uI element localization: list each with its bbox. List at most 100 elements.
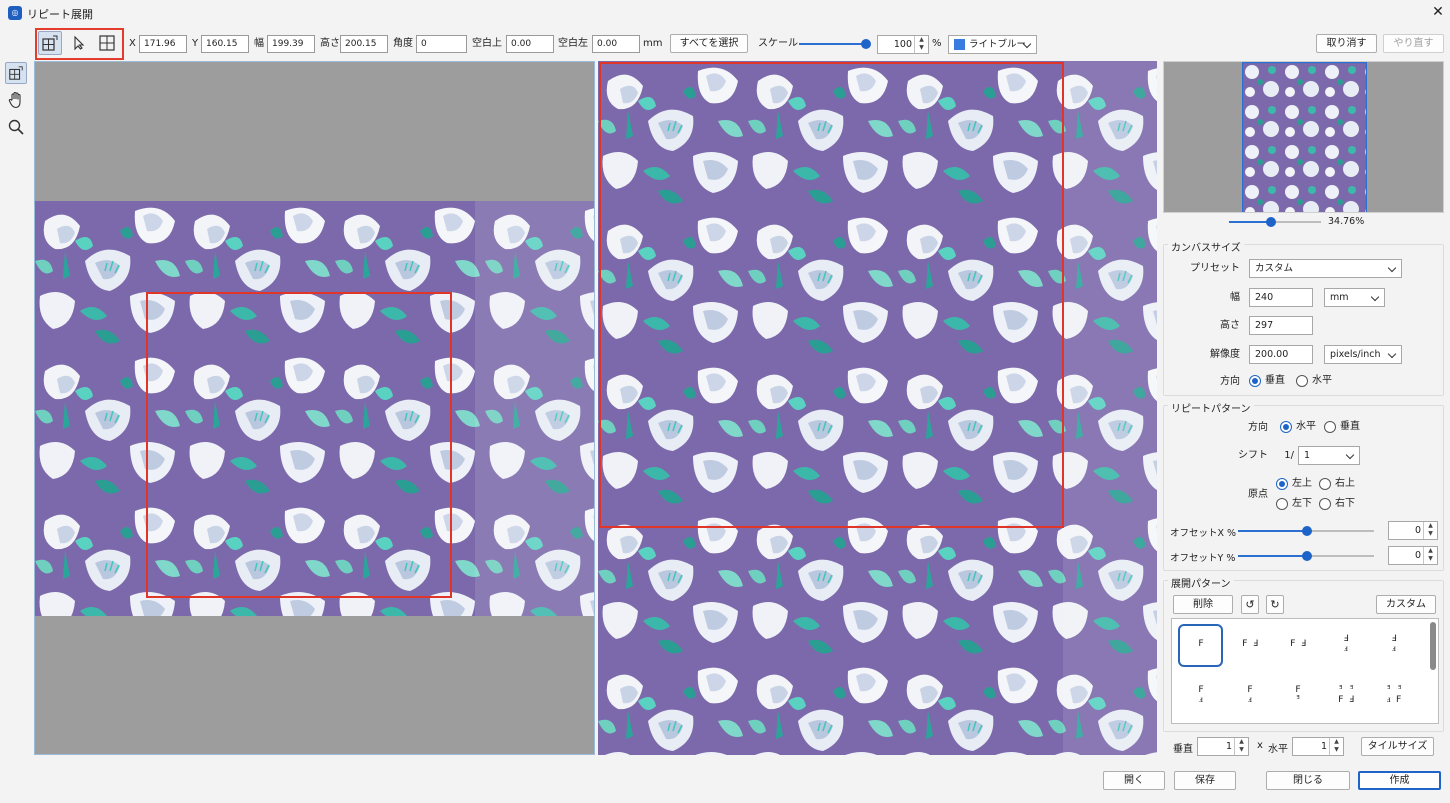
scale-label: スケール xyxy=(758,38,798,49)
pattern-option[interactable]: ᴲ ᴲ F Ⅎ xyxy=(1327,685,1365,705)
title-bar xyxy=(0,0,1450,26)
x-label: X xyxy=(129,38,136,49)
spinner-arrows-icon[interactable]: ▲ ▼ xyxy=(1423,547,1437,564)
rotate-cw-icon[interactable]: ↻ xyxy=(1266,595,1284,614)
origin-label: 原点 xyxy=(1248,489,1268,500)
tile-vertical-value: 1 xyxy=(1225,741,1232,752)
tile-vertical-label: 垂直 xyxy=(1173,744,1193,755)
canvas-size-title: カンバスサイズ xyxy=(1168,239,1244,254)
scale-percent: % xyxy=(932,38,942,49)
origin-bottom-right-radio[interactable] xyxy=(1319,498,1331,510)
origin-top-right-radio[interactable] xyxy=(1319,478,1331,490)
preset-select[interactable]: カスタム xyxy=(1249,259,1402,278)
repeat-tool-icon[interactable] xyxy=(38,31,62,55)
canvas-height-input[interactable]: 297 xyxy=(1249,316,1313,335)
zoom-magnifier-icon[interactable] xyxy=(5,116,27,138)
expansion-pattern-title: 展開パターン xyxy=(1168,575,1234,590)
pattern-option[interactable]: ᴲ ᴲ ⅎ F xyxy=(1375,685,1413,705)
tile-size-button[interactable]: タイルサイズ xyxy=(1361,737,1434,756)
grid-tool-icon[interactable] xyxy=(95,31,119,55)
pattern-option[interactable]: F Ⅎ xyxy=(1231,639,1269,649)
pattern-option[interactable]: Ⅎ ⅎ xyxy=(1375,634,1413,654)
orientation-vertical-radio[interactable] xyxy=(1249,375,1261,387)
pattern-option[interactable]: F ᴲ xyxy=(1279,685,1317,705)
navigator-preview[interactable] xyxy=(1163,61,1444,213)
guide-color-select[interactable]: ライトブルー xyxy=(948,35,1037,54)
offset-y-spinner[interactable]: 0 ▲ ▼ xyxy=(1388,546,1438,565)
spinner-arrows-icon[interactable]: ▲ ▼ xyxy=(1329,738,1343,755)
direction-horizontal-label: 水平 xyxy=(1296,421,1316,432)
resolution-input[interactable]: 200.00 xyxy=(1249,345,1313,364)
y-input[interactable]: 160.15 xyxy=(201,35,249,53)
pattern-list-scrollbar[interactable] xyxy=(1430,622,1436,670)
close-window-button[interactable]: ✕ xyxy=(1428,2,1448,22)
offset-x-spinner[interactable]: 0 ▲ ▼ xyxy=(1388,521,1438,540)
origin-bottom-left-radio[interactable] xyxy=(1276,498,1288,510)
offset-x-label: オフセットX % xyxy=(1170,528,1237,539)
pattern-option[interactable]: Ⅎ ⅎ xyxy=(1327,634,1365,654)
tile-selection-box[interactable] xyxy=(146,292,452,598)
tile-times-label: x xyxy=(1257,740,1263,751)
scale-slider-thumb[interactable] xyxy=(861,39,871,49)
shift-prefix: 1/ xyxy=(1284,450,1294,461)
scale-value: 100 xyxy=(893,39,912,50)
repeat-preview-canvas[interactable] xyxy=(598,61,1157,755)
pattern-option[interactable]: F ⅎ xyxy=(1182,685,1220,705)
tile-vertical-spinner[interactable]: 1 ▲ ▼ xyxy=(1197,737,1249,756)
spinner-arrows-icon[interactable]: ▲ ▼ xyxy=(1234,738,1248,755)
custom-pattern-button[interactable]: カスタム xyxy=(1376,595,1436,614)
direction-vertical-radio[interactable] xyxy=(1324,421,1336,433)
tile-horizontal-spinner[interactable]: 1 ▲ ▼ xyxy=(1292,737,1344,756)
source-canvas[interactable] xyxy=(34,61,595,755)
select-all-button[interactable]: すべてを選択 xyxy=(670,34,748,53)
margin-left-input[interactable]: 0.00 xyxy=(592,35,640,53)
origin-top-left-label: 左上 xyxy=(1292,478,1312,489)
tile-horizontal-label: 水平 xyxy=(1268,744,1288,755)
resolution-unit-select[interactable]: pixels/inch xyxy=(1324,345,1402,364)
orientation-horizontal-radio[interactable] xyxy=(1296,375,1308,387)
delete-pattern-button[interactable]: 削除 xyxy=(1173,595,1233,614)
direction-horizontal-radio[interactable] xyxy=(1280,421,1292,433)
angle-input[interactable]: 0 xyxy=(416,35,467,53)
expansion-pattern-list[interactable]: F F Ⅎ F Ⅎ Ⅎ ⅎ Ⅎ ⅎ F ⅎ F ⅎ F ᴲ ᴲ ᴲ F Ⅎ ᴲ … xyxy=(1171,618,1439,724)
orientation-vertical-label: 垂直 xyxy=(1265,375,1285,386)
open-button[interactable]: 開く xyxy=(1103,771,1165,790)
canvas-width-input[interactable]: 240 xyxy=(1249,288,1313,307)
repeat-pattern-title: リピートパターン xyxy=(1168,400,1254,415)
offset-x-thumb[interactable] xyxy=(1302,526,1312,536)
undo-button[interactable]: 取り消す xyxy=(1316,34,1377,53)
pattern-option[interactable]: F Ⅎ xyxy=(1279,639,1317,649)
margin-top-input[interactable]: 0.00 xyxy=(506,35,554,53)
scale-spinner[interactable]: 100 ▲ ▼ xyxy=(877,35,929,54)
offset-x-value: 0 xyxy=(1414,525,1421,536)
save-button[interactable]: 保存 xyxy=(1174,771,1236,790)
width-label: 幅 xyxy=(254,38,264,49)
direction-vertical-label: 垂直 xyxy=(1340,421,1360,432)
preset-label: プリセット xyxy=(1190,263,1240,274)
origin-top-left-radio[interactable] xyxy=(1276,478,1288,490)
pattern-option[interactable]: F xyxy=(1182,639,1220,649)
width-input[interactable]: 199.39 xyxy=(267,35,315,53)
shift-select[interactable]: 1 xyxy=(1298,446,1360,465)
hand-icon[interactable] xyxy=(5,89,27,111)
spinner-arrows-icon[interactable]: ▲ ▼ xyxy=(1423,522,1437,539)
spinner-arrows-icon[interactable]: ▲ ▼ xyxy=(914,36,928,53)
preview-zoom-thumb[interactable] xyxy=(1266,217,1276,227)
origin-bottom-right-label: 右下 xyxy=(1335,498,1355,509)
scale-slider-track xyxy=(799,43,865,45)
close-button[interactable]: 閉じる xyxy=(1266,771,1350,790)
redo-button[interactable]: やり直す xyxy=(1383,34,1444,53)
canvas-unit-select[interactable]: mm xyxy=(1324,288,1385,307)
tile-outline-box xyxy=(599,62,1064,528)
color-swatch xyxy=(954,39,965,50)
repeat-tool-side-icon[interactable] xyxy=(5,62,27,84)
create-button[interactable]: 作成 xyxy=(1358,771,1441,790)
pattern-option[interactable]: F ⅎ xyxy=(1231,685,1269,705)
select-arrow-icon[interactable] xyxy=(67,31,91,55)
rotate-ccw-icon[interactable]: ↺ xyxy=(1241,595,1259,614)
offset-y-label: オフセットY % xyxy=(1170,553,1236,564)
offset-y-thumb[interactable] xyxy=(1302,551,1312,561)
preview-zoom-value: 34.76% xyxy=(1328,216,1365,227)
x-input[interactable]: 171.96 xyxy=(139,35,187,53)
height-input[interactable]: 200.15 xyxy=(340,35,388,53)
